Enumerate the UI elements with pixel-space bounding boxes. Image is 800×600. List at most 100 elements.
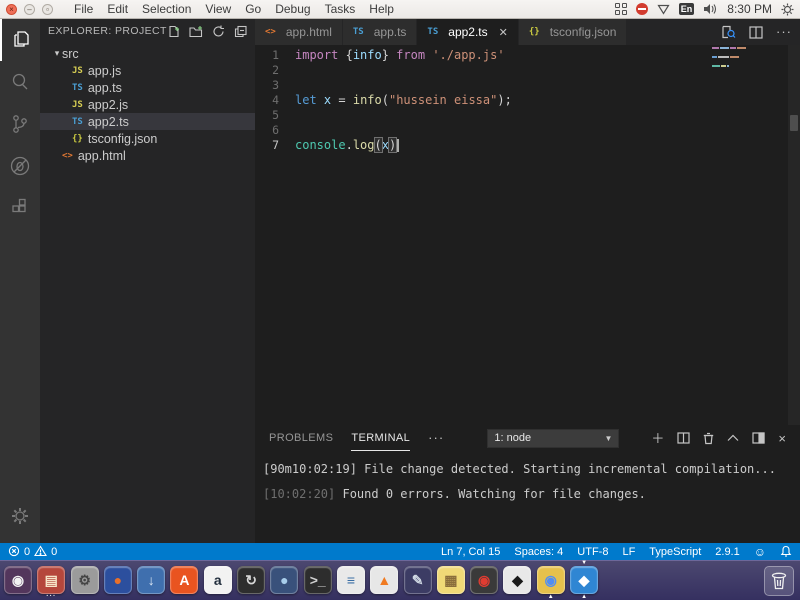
source-control-icon[interactable] [0, 103, 40, 145]
vlc-icon[interactable]: ▲ [370, 566, 398, 594]
ubuntu-software-icon[interactable]: A [170, 566, 198, 594]
firefox-icon[interactable]: ● [104, 566, 132, 594]
chrome-icon[interactable]: ◉▲ [537, 566, 565, 594]
tree-item-app2.ts[interactable]: TSapp2.ts [40, 113, 255, 130]
menu-list: FileEditSelectionViewGoDebugTasksHelp [67, 2, 401, 16]
tree-item-src[interactable]: ▾src [40, 45, 255, 62]
menu-debug[interactable]: Debug [268, 2, 317, 16]
image-document-icon[interactable]: ▦ [437, 566, 465, 594]
tree-item-app2.js[interactable]: JSapp2.js [40, 96, 255, 113]
code-line-5[interactable]: 5 [255, 108, 800, 123]
editor-scrollbar[interactable] [788, 45, 800, 425]
more-actions-icon[interactable]: ··· [776, 27, 792, 37]
inkscape-icon[interactable]: ◆ [503, 566, 531, 594]
new-terminal-icon[interactable]: ＋ [651, 432, 664, 445]
errors-count[interactable]: 0 [24, 546, 30, 558]
tree-item-app.html[interactable]: <>app.html [40, 147, 255, 164]
terminal-output[interactable]: [90m10:02:19] File change detected. Star… [255, 451, 800, 503]
close-tab-icon[interactable]: ✕ [499, 26, 508, 39]
close-window-button[interactable]: × [6, 4, 17, 15]
menu-selection[interactable]: Selection [135, 2, 198, 16]
code-line-7[interactable]: 7console.log(x) [255, 138, 800, 153]
errors-icon[interactable] [8, 545, 20, 558]
color-picker-icon[interactable]: ✎ [404, 566, 432, 594]
json-file-icon: {} [72, 134, 83, 144]
tab-app2.ts[interactable]: TSapp2.ts✕ [417, 19, 518, 45]
status-item[interactable]: Ln 7, Col 15 [441, 546, 500, 558]
clock[interactable]: 8:30 PM [727, 2, 772, 16]
split-terminal-icon[interactable] [677, 432, 690, 444]
amazon-icon[interactable]: a [204, 566, 232, 594]
status-item[interactable]: 2.9.1 [715, 546, 739, 558]
file-manager-icon[interactable]: ▤··· [37, 566, 65, 594]
feedback-smiley-icon[interactable]: ☺ [754, 545, 766, 559]
status-item[interactable]: UTF-8 [577, 546, 608, 558]
minimize-window-button[interactable]: – [24, 4, 35, 15]
volume-icon[interactable] [703, 3, 718, 15]
kill-terminal-icon[interactable] [703, 432, 714, 445]
status-item[interactable]: TypeScript [649, 546, 701, 558]
split-editor-icon[interactable] [749, 26, 763, 39]
menu-file[interactable]: File [67, 2, 100, 16]
libreoffice-writer-icon[interactable]: ≡ [337, 566, 365, 594]
status-item[interactable]: Spaces: 4 [514, 546, 563, 558]
explorer-icon[interactable] [0, 19, 40, 61]
screen-recorder-icon[interactable]: ◉ [470, 566, 498, 594]
menu-tasks[interactable]: Tasks [318, 2, 363, 16]
code-text: console.log(x) [295, 138, 399, 153]
html-file-icon: <> [265, 27, 276, 37]
notifications-bell-icon[interactable] [780, 545, 792, 558]
tab-app.ts[interactable]: TSapp.ts [343, 19, 418, 45]
menu-go[interactable]: Go [238, 2, 268, 16]
tab-problems[interactable]: PROBLEMS [269, 425, 333, 451]
refresh-icon[interactable] [212, 25, 225, 38]
extensions-icon[interactable] [0, 187, 40, 229]
tab-tsconfig.json[interactable]: {}tsconfig.json [519, 19, 628, 45]
network-icon[interactable] [657, 4, 670, 15]
status-item[interactable]: LF [622, 546, 635, 558]
tree-item-app.js[interactable]: JSapp.js [40, 62, 255, 79]
terminal-app-icon[interactable]: >_ [304, 566, 332, 594]
session-gear-icon[interactable] [781, 3, 794, 16]
line-number: 5 [255, 108, 295, 123]
code-line-6[interactable]: 6 [255, 123, 800, 138]
do-not-disturb-icon[interactable] [636, 3, 648, 15]
maximize-window-button[interactable]: ▫ [42, 4, 53, 15]
search-icon[interactable] [0, 61, 40, 103]
tab-app.html[interactable]: <>app.html [255, 19, 343, 45]
workspace-grid-icon[interactable] [615, 3, 627, 15]
system-settings-icon[interactable]: ⚙ [71, 566, 99, 594]
panel-more-icon[interactable]: ··· [428, 433, 444, 443]
maximize-panel-icon[interactable] [727, 434, 739, 442]
new-folder-icon[interactable] [189, 25, 203, 38]
warnings-count[interactable]: 0 [51, 546, 57, 558]
debug-disabled-icon[interactable] [0, 145, 40, 187]
vscode-icon[interactable]: ◆▲▼ [570, 566, 598, 594]
open-preview-icon[interactable] [721, 25, 736, 39]
tab-terminal[interactable]: TERMINAL [351, 425, 410, 451]
collapse-all-icon[interactable] [234, 25, 247, 38]
menu-view[interactable]: View [198, 2, 238, 16]
close-panel-icon[interactable]: × [778, 432, 786, 445]
tree-item-tsconfig.json[interactable]: {}tsconfig.json [40, 130, 255, 147]
ubuntu-dash-icon[interactable]: ◉ [4, 566, 32, 594]
terminal-selector[interactable]: 1: node▼ [487, 429, 619, 448]
code-line-4[interactable]: 4let x = info("hussein eissa"); [255, 93, 800, 108]
deluge-icon[interactable]: ● [270, 566, 298, 594]
new-file-icon[interactable] [167, 25, 180, 38]
toggle-panel-icon[interactable] [752, 432, 765, 444]
code-editor[interactable]: 1import {info} from './app.js'234let x =… [255, 45, 800, 425]
menu-edit[interactable]: Edit [100, 2, 135, 16]
tree-item-app.ts[interactable]: TSapp.ts [40, 79, 255, 96]
scrollbar-thumb[interactable] [790, 115, 798, 131]
warnings-icon[interactable] [34, 545, 47, 558]
settings-gear-icon[interactable] [0, 495, 40, 537]
download-tool-icon[interactable]: ↓ [137, 566, 165, 594]
code-line-3[interactable]: 3 [255, 78, 800, 93]
terminal-text: File change detected. Starting increment… [357, 462, 776, 476]
menu-help[interactable]: Help [362, 2, 401, 16]
keyboard-layout-indicator[interactable]: En [679, 3, 695, 15]
software-updater-icon[interactable]: ↻ [237, 566, 265, 594]
trash-icon[interactable] [764, 566, 794, 596]
minimap[interactable] [712, 47, 748, 74]
